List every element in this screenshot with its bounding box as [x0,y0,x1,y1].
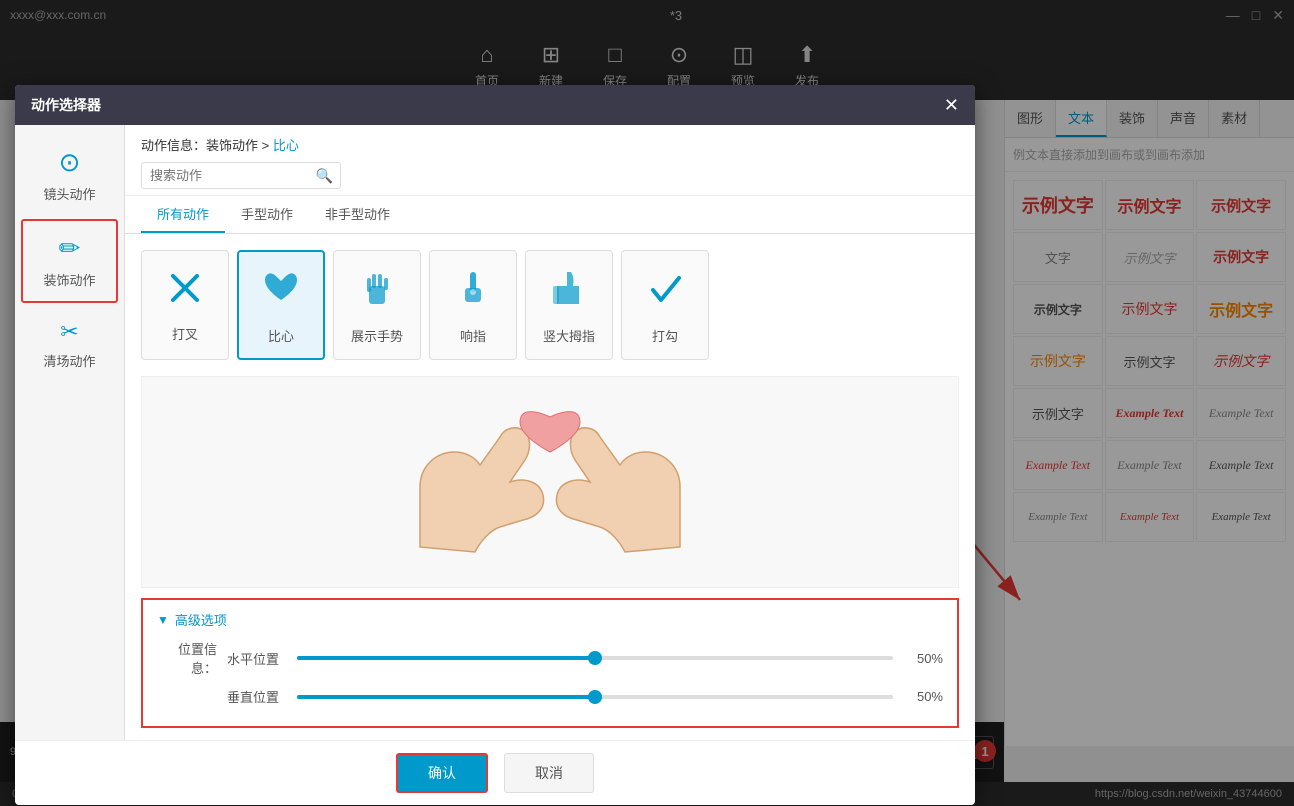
action-snap-label: 响指 [460,326,486,345]
action-tabs: 所有动作 手型动作 非手型动作 [125,196,975,234]
action-selector-modal: 动作选择器 ✕ ⊙ 镜头动作 ✏ 装饰动作 ✂ 清场动作 动作信息：装 [15,85,975,805]
action-card-thumb[interactable]: 竖大拇指 [525,250,613,360]
vpos-label: 垂直位置 [227,687,279,706]
cancel-button[interactable]: 取消 [504,753,594,793]
modal-footer: 确认 取消 [15,740,975,805]
modal-close-button[interactable]: ✕ [944,96,959,114]
show-hands-icon [355,266,399,318]
position-label: 位置信息： [157,639,217,677]
search-box: 🔍 [141,162,341,189]
tab-hand-actions[interactable]: 手型动作 [225,196,309,233]
thumb-icon [547,266,591,318]
sidebar-item-decor[interactable]: ✏ 装饰动作 [21,219,118,303]
clap-icon [165,268,205,316]
vpos-slider[interactable] [297,695,893,699]
action-card-heart[interactable]: 比心 [237,250,325,360]
hpos-value: 50% [903,651,943,666]
vpos-slider-thumb[interactable] [588,690,602,704]
action-card-check[interactable]: 打勾 [621,250,709,360]
action-check-label: 打勾 [652,326,678,345]
tab-nonhand-actions[interactable]: 非手型动作 [309,196,406,233]
advanced-section: ▼ 高级选项 位置信息： 水平位置 50% 垂直位置 [141,598,959,728]
advanced-toggle[interactable]: ▼ 高级选项 [157,610,943,629]
action-thumb-label: 竖大拇指 [543,326,595,345]
hpos-slider-fill [297,656,595,660]
clear-icon: ✂ [60,319,78,345]
modal-header: 动作选择器 ✕ [15,85,975,125]
tab-all-actions[interactable]: 所有动作 [141,196,225,233]
vpos-row: 垂直位置 50% [157,687,943,706]
hpos-slider[interactable] [297,656,893,660]
breadcrumb-prefix: 动作信息：装饰动作 > [141,138,273,153]
chevron-down-icon: ▼ [157,613,169,627]
vpos-value: 50% [903,689,943,704]
check-icon [643,266,687,318]
actions-grid: 打叉 比心 [125,234,975,376]
sidebar-decor-label: 装饰动作 [43,270,95,289]
sidebar-clear-label: 清场动作 [43,351,95,370]
breadcrumb-current[interactable]: 比心 [273,138,299,153]
decor-icon: ✏ [59,233,81,264]
modal-title: 动作选择器 [31,95,101,115]
hpos-slider-thumb[interactable] [588,651,602,665]
sidebar-item-lens[interactable]: ⊙ 镜头动作 [15,135,124,215]
snap-icon [451,266,495,318]
heart-hands-icon [259,266,303,318]
modal-main-content: 动作信息：装饰动作 > 比心 🔍 所有动作 手型动作 非手型动作 [125,125,975,740]
modal-top-bar: 动作信息：装饰动作 > 比心 🔍 [125,125,975,196]
advanced-title: 高级选项 [175,610,227,629]
hpos-label: 水平位置 [227,649,279,668]
lens-icon: ⊙ [59,147,81,178]
sidebar-lens-label: 镜头动作 [43,184,95,203]
action-heart-label: 比心 [268,326,294,345]
sidebar-item-clear[interactable]: ✂ 清场动作 [15,307,124,382]
vpos-slider-fill [297,695,595,699]
action-clap-label: 打叉 [172,324,198,343]
search-icon: 🔍 [316,167,333,184]
preview-area [141,376,959,588]
action-card-snap[interactable]: 响指 [429,250,517,360]
preview-svg [360,387,740,577]
position-info-row: 位置信息： 水平位置 50% [157,639,943,677]
confirm-button[interactable]: 确认 [396,753,488,793]
modal-sidebar: ⊙ 镜头动作 ✏ 装饰动作 ✂ 清场动作 [15,125,125,740]
action-card-show[interactable]: 展示手势 [333,250,421,360]
modal-body: ⊙ 镜头动作 ✏ 装饰动作 ✂ 清场动作 动作信息：装饰动作 > 比心 [15,125,975,740]
action-card-clap[interactable]: 打叉 [141,250,229,360]
search-input[interactable] [141,162,341,189]
breadcrumb: 动作信息：装饰动作 > 比心 [141,135,959,154]
action-show-label: 展示手势 [351,326,403,345]
